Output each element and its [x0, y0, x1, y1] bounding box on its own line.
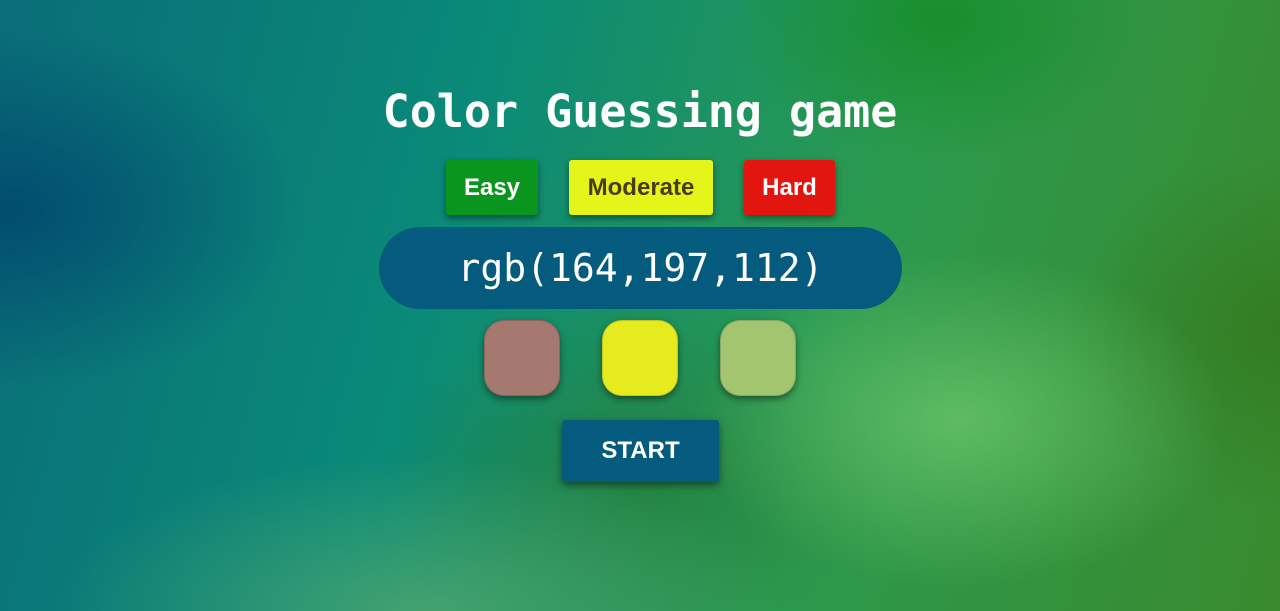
color-option-1[interactable]	[484, 320, 560, 396]
difficulty-selector: Easy Moderate Hard	[0, 160, 1280, 215]
color-option-3[interactable]	[720, 320, 796, 396]
target-rgb-display: rgb(164,197,112)	[379, 227, 902, 309]
game-page: Color Guessing game Easy Moderate Hard r…	[0, 0, 1280, 611]
hard-button[interactable]: Hard	[744, 160, 835, 215]
page-title: Color Guessing game	[382, 85, 898, 138]
color-option-2[interactable]	[602, 320, 678, 396]
easy-button[interactable]: Easy	[446, 160, 538, 215]
start-button[interactable]: START	[562, 420, 719, 482]
color-options	[0, 320, 1280, 396]
moderate-button[interactable]: Moderate	[569, 160, 713, 215]
